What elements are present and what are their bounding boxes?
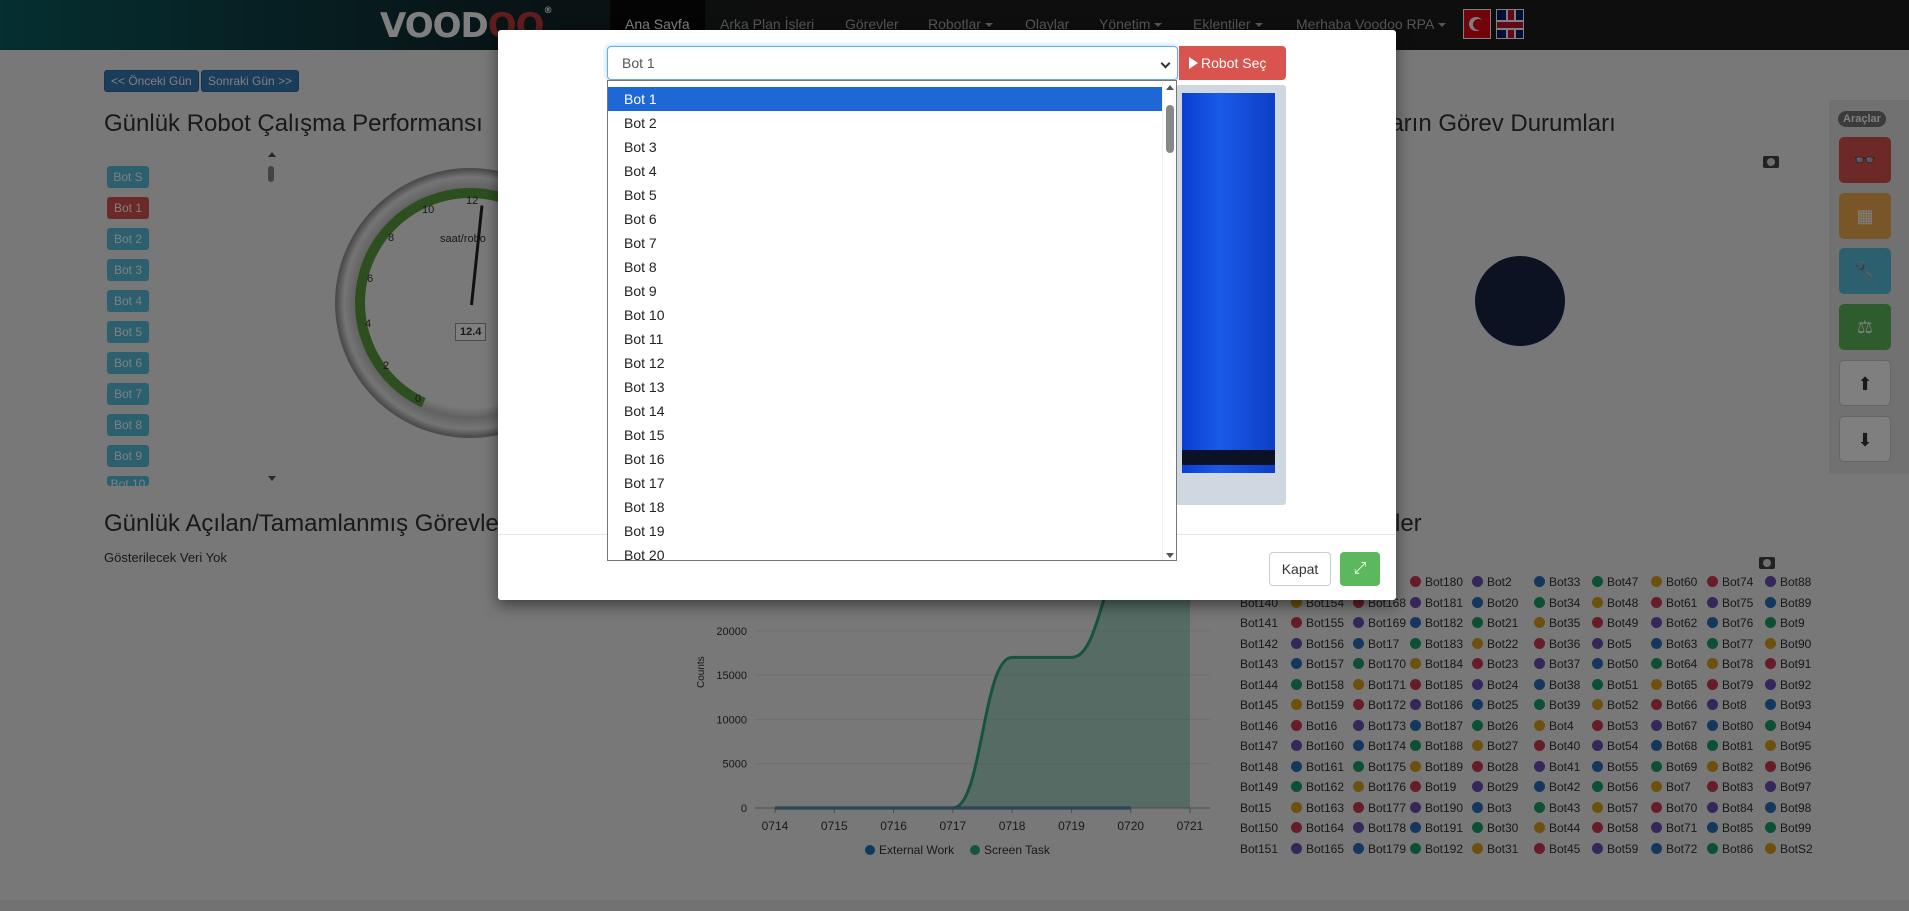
dropdown-scrollbar[interactable] (1162, 81, 1176, 560)
play-icon (1189, 57, 1198, 69)
dropdown-option[interactable]: Bot 15 (608, 423, 1163, 447)
chevron-down-icon (1160, 58, 1171, 69)
dropdown-option[interactable]: Bot 10 (608, 303, 1163, 327)
dropdown-option[interactable]: Bot 9 (608, 279, 1163, 303)
scrollbar-thumb[interactable] (1166, 105, 1174, 153)
dropdown-option[interactable]: Bot 7 (608, 231, 1163, 255)
dropdown-option[interactable]: Bot 12 (608, 351, 1163, 375)
dropdown-option[interactable]: Bot 18 (608, 495, 1163, 519)
dropdown-option[interactable]: Bot 13 (608, 375, 1163, 399)
dropdown-option[interactable]: Bot 19 (608, 519, 1163, 543)
close-button[interactable]: Kapat (1269, 552, 1331, 586)
dropdown-option[interactable]: Bot 4 (608, 159, 1163, 183)
dropdown-option[interactable]: Bot 2 (608, 111, 1163, 135)
dropdown-option[interactable]: Bot 20 (608, 543, 1163, 560)
expand-icon[interactable]: ⤢ (1340, 552, 1380, 586)
dropdown-option[interactable]: Bot 1 (608, 87, 1163, 111)
select-robot-button[interactable]: Robot Seç (1179, 46, 1286, 80)
taskbar-preview (1182, 450, 1275, 465)
dropdown-option[interactable]: Bot 11 (608, 327, 1163, 351)
dropdown-option[interactable]: Bot 3 (608, 135, 1163, 159)
robot-select[interactable]: Bot 1 (607, 46, 1178, 80)
dropdown-option[interactable]: Bot 14 (608, 399, 1163, 423)
screen-preview (1182, 93, 1275, 473)
dropdown-option[interactable]: Bot 5 (608, 183, 1163, 207)
dropdown-option[interactable]: Bot 17 (608, 471, 1163, 495)
dropdown-option[interactable]: Bot 6 (608, 207, 1163, 231)
scroll-down-icon[interactable] (1166, 553, 1174, 558)
scroll-up-icon[interactable] (1166, 85, 1174, 90)
robot-dropdown-list[interactable]: Bot 20 Bot 19 Bot 18 Bot 17 Bot 16 Bot 15 Bot … (607, 80, 1177, 561)
dropdown-option[interactable]: Bot 16 (608, 447, 1163, 471)
dropdown-option[interactable]: Bot 8 (608, 255, 1163, 279)
robot-select-modal: Bot 1 Robot Seç Bot 20 Bot 19 Bot 18 Bot 17… (498, 30, 1396, 600)
